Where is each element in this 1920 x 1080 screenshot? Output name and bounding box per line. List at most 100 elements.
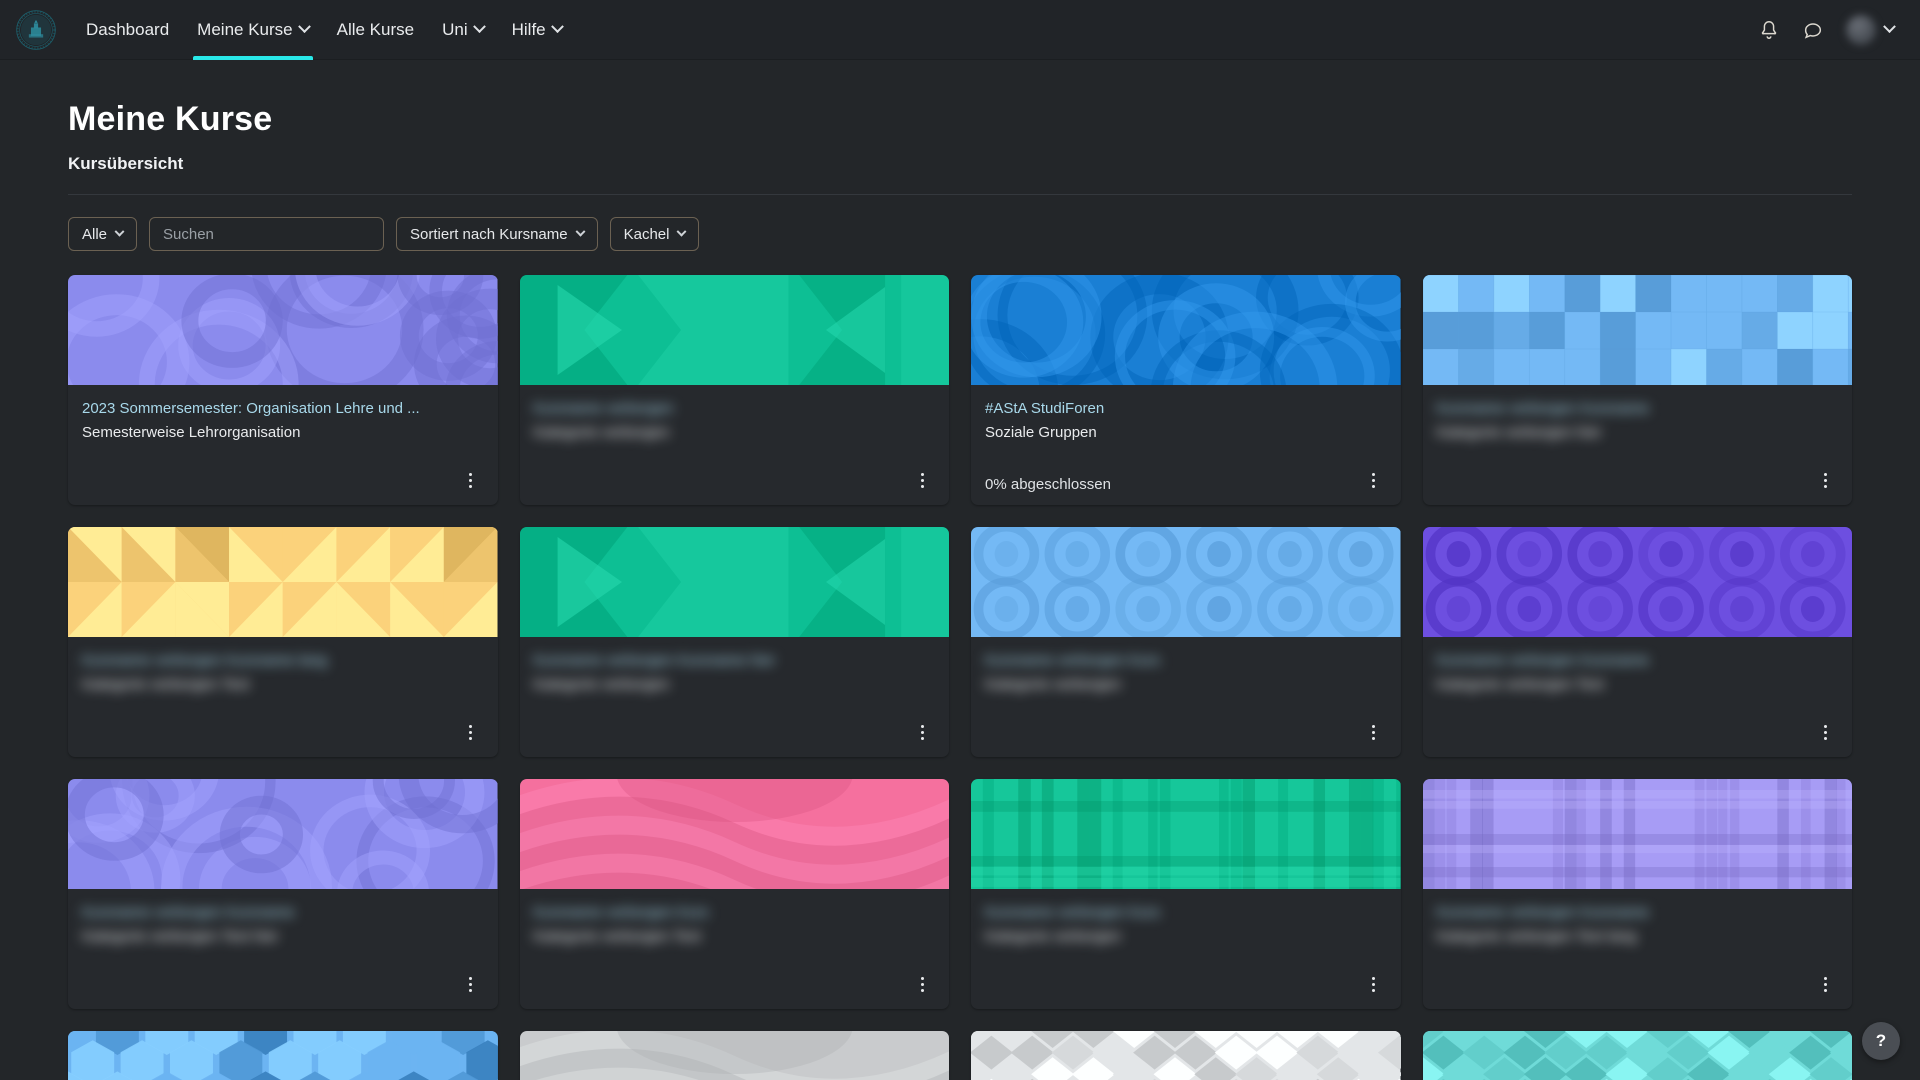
course-card-text: Kursname verborgen KursnameKategorie ver… [1437,903,1839,948]
user-menu[interactable] [1846,15,1894,45]
course-card-body: Kursname verborgen Kursname Kategorie ver… [1423,637,1853,757]
course-card-menu-icon[interactable] [1361,719,1387,745]
course-card-title[interactable]: #AStA StudiForen [985,399,1387,419]
course-card-footer [82,459,484,505]
course-card-menu-icon[interactable] [909,467,935,493]
sort-dropdown-label: Sortiert nach Kursname [410,226,568,243]
course-card-image[interactable] [68,1031,498,1080]
course-card-menu-icon[interactable] [1361,971,1387,997]
course-card-body: Kursname verborgen Kursname hierKategori… [520,637,950,757]
course-card[interactable]: Kursname verborgen Kursname Kategorie ver… [1423,527,1853,757]
course-card[interactable]: Kursname verborgenKategorie verborgen [520,1031,950,1080]
course-card-image[interactable] [68,275,498,385]
course-card-footer [1437,963,1839,1009]
course-card[interactable]: Kursname verborgenKategorie verborgen [971,1031,1401,1080]
course-card-category: Kategorie verborgen Text [82,675,484,695]
site-logo[interactable] [0,0,72,60]
course-card-category: Kategorie verborgen [534,423,936,443]
course-card-body: Kursname verborgen Kategorie verborgen [520,385,950,505]
course-card-image[interactable] [971,1031,1401,1080]
course-card-menu-icon[interactable] [909,719,935,745]
course-card-body: Kursname verborgen KursKategorie verborg… [971,637,1401,757]
course-card-image[interactable] [1423,779,1853,889]
course-card-menu-icon[interactable] [458,971,484,997]
filter-dropdown[interactable]: Alle [68,217,137,251]
nav-item-uni[interactable]: Uni [428,0,498,60]
primary-nav: Dashboard Meine Kurse Alle Kurse Uni Hil… [72,0,576,60]
course-card-title[interactable]: Kursname verborgen Kursname [82,903,484,923]
course-card-image[interactable] [520,275,950,385]
course-card-image[interactable] [971,527,1401,637]
course-card-image[interactable] [520,779,950,889]
view-mode-dropdown[interactable]: Kachel [610,217,700,251]
course-card[interactable]: Kursname verborgen KursKategorie verborg… [971,779,1401,1009]
course-card-title[interactable]: 2023 Sommersemester: Organisation Lehre … [82,399,484,419]
chat-bubble-icon[interactable] [1802,19,1824,41]
course-card-text: Kursname verborgen KursKategorie verborg… [534,903,936,948]
course-card-category: Kategorie verborgen Text [1437,675,1839,695]
course-card-image[interactable] [1423,1031,1853,1080]
course-card-text: Kursname verborgen KursKategorie verborg… [985,651,1387,696]
course-card-title[interactable]: Kursname verborgen Kurs [534,903,936,923]
course-card-image[interactable] [971,779,1401,889]
course-card-title[interactable]: Kursname verborgen Kurs [985,651,1387,671]
university-seal-icon [15,9,57,51]
filter-dropdown-label: Alle [82,226,107,243]
course-card-image[interactable] [68,527,498,637]
course-progress-text: 0% abgeschlossen [985,476,1111,493]
course-card-image[interactable] [520,527,950,637]
course-card-image[interactable] [1423,275,1853,385]
course-card[interactable]: Kursname verborgen KursnameKategorie ver… [1423,275,1853,505]
course-card-menu-icon[interactable] [458,467,484,493]
course-card[interactable]: Kursname verborgen KursnameKategorie ver… [68,779,498,1009]
course-card-title[interactable]: Kursname verborgen Kursname [1437,399,1839,419]
course-card-image[interactable] [1423,527,1853,637]
course-card[interactable]: #AStA StudiForenSoziale Gruppen 0% abgesc… [971,275,1401,505]
course-card-image[interactable] [68,779,498,889]
course-card-menu-icon[interactable] [458,719,484,745]
help-button[interactable]: ? [1862,1022,1900,1060]
course-card-title[interactable]: Kursname verborgen Kursname [1437,651,1839,671]
bell-icon[interactable] [1758,19,1780,41]
course-card-title[interactable]: Kursname verborgen Kursname lang [82,651,484,671]
course-card[interactable]: Kursname verborgen Kategorie verborgen [520,275,950,505]
course-card-title[interactable]: Kursname verborgen Kursname [1437,903,1839,923]
course-card-text: Kursname verborgen Kategorie verborgen [534,399,936,444]
course-card-text: 2023 Sommersemester: Organisation Lehre … [82,399,484,444]
course-card-footer: 0% abgeschlossen [985,459,1387,505]
course-card-footer [534,711,936,757]
course-card[interactable]: Kursname verborgenKategorie verborgen [68,1031,498,1080]
nav-item-hilfe[interactable]: Hilfe [498,0,576,60]
chevron-down-icon [1883,20,1896,33]
course-card-footer [82,963,484,1009]
course-card[interactable]: Kursname verborgen KursnameKategorie ver… [1423,779,1853,1009]
sort-dropdown[interactable]: Sortiert nach Kursname [396,217,598,251]
course-card-title[interactable]: Kursname verborgen Kurs [985,903,1387,923]
page-header: Meine Kurse Kursübersicht [68,60,1852,174]
course-card-text: Kursname verborgen Kursname lang Kategori… [82,651,484,696]
course-card[interactable]: Kursname verborgen Kursname hierKategori… [520,527,950,757]
course-card-title[interactable]: Kursname verborgen Kursname hier [534,651,936,671]
course-card[interactable]: 2023 Sommersemester: Organisation Lehre … [68,275,498,505]
view-mode-label: Kachel [624,226,670,243]
course-card[interactable]: Kursname verborgen KursKategorie verborg… [971,527,1401,757]
course-card-body: Kursname verborgen KursnameKategorie ver… [1423,385,1853,505]
course-card-image[interactable] [971,275,1401,385]
course-card-title[interactable]: Kursname verborgen [534,399,936,419]
course-card-image[interactable] [520,1031,950,1080]
course-card[interactable]: Kursname verborgen Kursname lang Kategori… [68,527,498,757]
nav-item-alle-kurse[interactable]: Alle Kurse [323,0,428,60]
search-input[interactable] [149,217,384,251]
course-card-menu-icon[interactable] [1812,971,1838,997]
course-card-text: #AStA StudiForenSoziale Gruppen [985,399,1387,444]
course-card[interactable]: Kursname verborgenKategorie verborgen [1423,1031,1853,1080]
nav-item-meine-kurse[interactable]: Meine Kurse [183,0,322,60]
nav-item-dashboard[interactable]: Dashboard [72,0,183,60]
course-card-body: Kursname verborgen KursnameKategorie ver… [1423,889,1853,1009]
course-card-menu-icon[interactable] [1812,467,1838,493]
course-card-footer [534,963,936,1009]
course-card-menu-icon[interactable] [909,971,935,997]
course-card-menu-icon[interactable] [1361,467,1387,493]
course-card[interactable]: Kursname verborgen KursKategorie verborg… [520,779,950,1009]
course-card-menu-icon[interactable] [1812,719,1838,745]
